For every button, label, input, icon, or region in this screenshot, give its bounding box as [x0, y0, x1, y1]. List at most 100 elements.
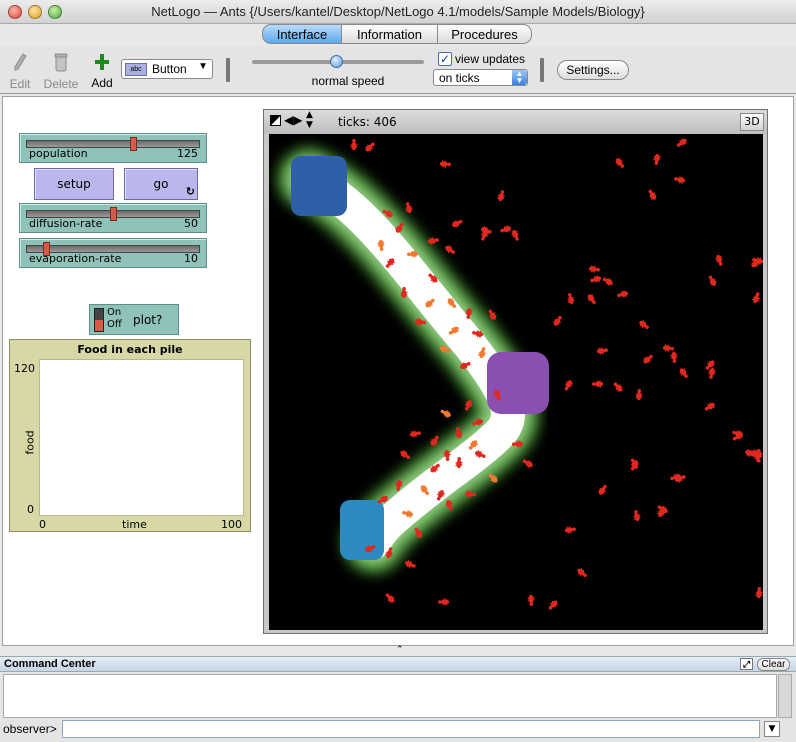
ant — [732, 429, 744, 439]
ant — [602, 277, 613, 287]
ant — [679, 368, 688, 379]
delete-label: Delete — [43, 77, 79, 91]
ant — [704, 402, 715, 411]
horizontal-resize-icon[interactable]: ◀▶ — [284, 113, 302, 127]
ant — [615, 158, 625, 168]
3d-button[interactable]: 3D — [740, 113, 764, 131]
tab-bar: Interface Information Procedures — [0, 24, 796, 46]
plot-ylabel: food — [23, 430, 37, 455]
setup-button[interactable]: setup — [34, 168, 114, 200]
plot-switch[interactable]: On Off plot? — [89, 304, 179, 335]
ant — [590, 275, 602, 283]
widget-type-value: Button — [152, 62, 187, 76]
select-stepper-icon: ▲ ▼ — [512, 70, 527, 85]
food-pile-2 — [487, 352, 549, 414]
speed-slider-knob[interactable] — [330, 55, 343, 68]
ant — [588, 265, 600, 273]
ant — [662, 344, 674, 352]
evaporation-rate-slider[interactable]: evaporation-rate 10 — [19, 238, 207, 268]
world-svg — [277, 138, 763, 610]
ant — [439, 160, 451, 168]
toolbar: Edit Delete Add abc Button ▼ normal spee… — [0, 46, 796, 94]
ant — [643, 354, 653, 364]
ant — [639, 319, 649, 330]
ant — [552, 315, 562, 326]
world-view: ◀▶ ▲ ▼ ticks: 406 3D — [263, 109, 768, 634]
ant — [400, 449, 410, 459]
ant — [440, 409, 451, 419]
switch-off-label: Off — [107, 319, 122, 330]
world-canvas[interactable] — [269, 134, 763, 630]
clear-button[interactable]: Clear — [757, 658, 790, 671]
switch-label: plot? — [133, 313, 163, 327]
toolbar-separator — [540, 58, 544, 82]
add-label: Add — [91, 76, 113, 90]
ant — [409, 430, 421, 438]
switch-track — [94, 308, 104, 332]
plot-area — [39, 359, 244, 516]
plus-icon — [95, 54, 109, 70]
diffusion-rate-slider[interactable]: diffusion-rate 50 — [19, 203, 207, 233]
ant — [675, 475, 686, 483]
history-dropdown-icon[interactable]: ▼ — [764, 721, 780, 737]
ant — [633, 510, 641, 522]
slider-label: evaporation-rate — [29, 252, 122, 265]
ant-head — [352, 139, 356, 143]
dropdown-arrow-icon: ▼ — [198, 61, 208, 72]
plot-ymax-label: 120 — [14, 362, 35, 375]
plot-xlabel: time — [122, 518, 147, 531]
edit-button[interactable]: Edit — [6, 46, 34, 91]
population-slider[interactable]: population 125 — [19, 133, 207, 163]
command-input[interactable] — [62, 720, 760, 738]
ant — [597, 484, 607, 495]
ant — [676, 138, 687, 147]
ant — [705, 360, 716, 370]
slider-knob[interactable] — [109, 207, 117, 221]
ant-head — [637, 389, 642, 393]
toolbar-separator — [226, 58, 230, 82]
zoom-icon[interactable] — [270, 115, 281, 126]
ant — [708, 275, 717, 286]
plot-ymin-label: 0 — [27, 503, 34, 516]
command-center-header: Command Center ⤢ Clear — [0, 656, 796, 672]
settings-button[interactable]: Settings... — [557, 60, 629, 80]
plot-title: Food in each pile — [77, 343, 183, 356]
ant — [577, 567, 587, 578]
speed-label: normal speed — [311, 74, 385, 88]
ant — [511, 230, 519, 241]
splitter-handle-icon[interactable]: ⌃ — [396, 645, 404, 655]
tab-interface[interactable]: Interface — [262, 24, 342, 44]
vertical-resize-icon[interactable]: ▲ ▼ — [306, 110, 313, 130]
ant — [405, 202, 413, 214]
tab-information[interactable]: Information — [342, 24, 438, 44]
ant-head — [529, 602, 534, 606]
ant — [648, 189, 657, 200]
ant — [587, 294, 596, 305]
ant — [755, 587, 763, 599]
title-bar: NetLogo — Ants {/Users/kantel/Desktop/Ne… — [0, 0, 796, 24]
expand-icon[interactable]: ⤢ — [740, 658, 753, 670]
view-updates-checkbox[interactable]: ✓ — [438, 52, 452, 66]
ant — [427, 237, 439, 245]
view-updates-label: view updates — [455, 52, 526, 66]
widget-type-select[interactable]: abc Button ▼ — [121, 59, 213, 79]
plot-xmax-label: 100 — [221, 518, 242, 531]
ant — [452, 219, 463, 228]
ant — [613, 382, 623, 393]
delete-button[interactable]: Delete — [42, 46, 80, 91]
output-scrollbar[interactable] — [778, 674, 792, 718]
update-mode-select[interactable]: on ticks ▲ ▼ — [433, 69, 528, 86]
interface-panel: population 125 setup go ↻ diffusion-rate… — [2, 96, 794, 655]
add-button[interactable]: Add — [88, 46, 116, 90]
slider-knob[interactable] — [129, 137, 137, 151]
ant-head — [438, 600, 442, 604]
ant — [564, 526, 576, 534]
command-line: observer> ▼ — [0, 718, 796, 740]
switch-on-label: On — [107, 307, 122, 318]
tab-procedures[interactable]: Procedures — [438, 24, 532, 44]
ant — [653, 153, 661, 165]
go-button[interactable]: go ↻ — [124, 168, 198, 200]
ant — [670, 351, 678, 363]
command-output — [3, 674, 777, 718]
ant — [404, 559, 416, 569]
